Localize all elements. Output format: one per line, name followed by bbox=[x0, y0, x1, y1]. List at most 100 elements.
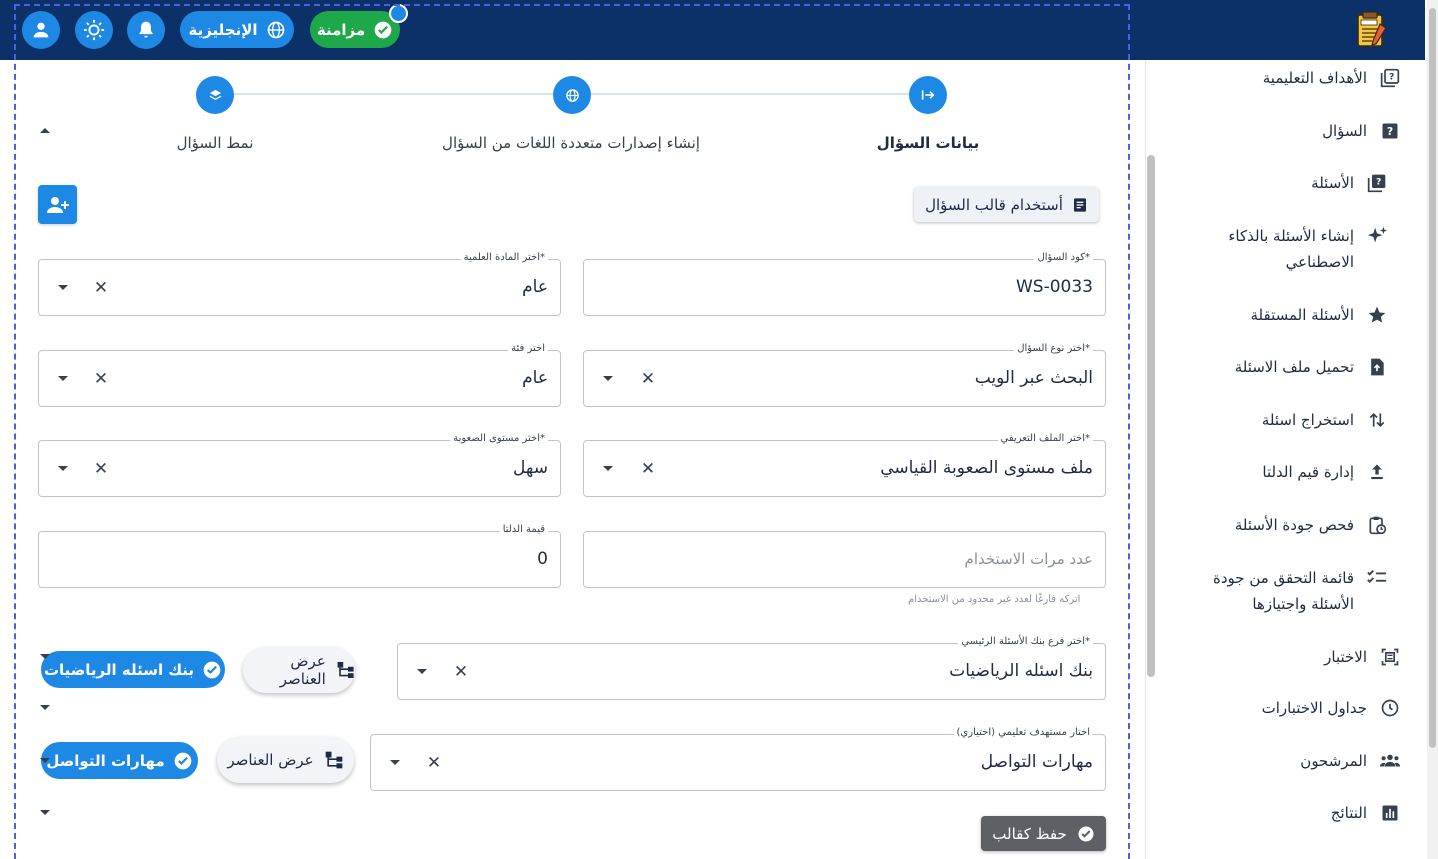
sidebar-item-label: الأسئلة bbox=[1311, 174, 1354, 192]
question-type-value: البحث عبر الويب bbox=[974, 368, 1093, 388]
exam-logo[interactable] bbox=[1352, 10, 1392, 50]
clear-icon[interactable]: ✕ bbox=[425, 753, 443, 773]
view-items-button[interactable]: عرض العناصر bbox=[243, 647, 355, 693]
chevron-down-icon[interactable] bbox=[417, 669, 427, 674]
sidebar-item-independent-questions[interactable]: الأسئلة المستقلة bbox=[1250, 302, 1388, 328]
usage-count-field[interactable]: عدد مرات الاستخدام bbox=[583, 531, 1106, 588]
help-box-outline-icon: ? bbox=[1379, 67, 1401, 89]
target-select[interactable]: اختار مستهدف تعليمي (اختياري) مهارات الت… bbox=[370, 727, 1106, 791]
subject-select[interactable]: اختر المادة العلمية* عام ✕ bbox=[38, 252, 561, 316]
sidebar-item-results[interactable]: النتائج bbox=[1331, 800, 1401, 826]
chevron-down-icon[interactable] bbox=[40, 705, 50, 710]
sidebar-scrollbar[interactable] bbox=[1147, 155, 1155, 677]
people-icon bbox=[1379, 750, 1401, 772]
sidebar-item-questions[interactable]: ? الأسئلة bbox=[1311, 170, 1388, 196]
category-select[interactable]: اختر فئة عام ✕ bbox=[38, 343, 561, 407]
difficulty-label: اختر مستوى الصعوبة* bbox=[450, 433, 548, 444]
sidebar-item-quality-checklist[interactable]: قائمة التحقق من جودة الأسئلة واجتيازها bbox=[1198, 565, 1388, 617]
upload-icon bbox=[1366, 461, 1388, 483]
clear-icon[interactable]: ✕ bbox=[639, 459, 657, 479]
selected-target-label: مهارات التواصل bbox=[46, 751, 165, 770]
chevron-down-icon[interactable] bbox=[390, 760, 400, 765]
chevron-down-icon[interactable] bbox=[58, 466, 68, 471]
sidebar-item-upload-file[interactable]: تحميل ملف الاسئلة bbox=[1235, 354, 1388, 380]
clear-icon[interactable]: ✕ bbox=[452, 662, 470, 682]
step-question-data[interactable] bbox=[909, 76, 947, 114]
step-question-style[interactable] bbox=[196, 76, 234, 114]
target-value: مهارات التواصل bbox=[980, 752, 1093, 772]
selected-bank-label: بنك اسئله الرياضيات bbox=[43, 660, 195, 679]
difficulty-select[interactable]: اختر مستوى الصعوبة* سهل ✕ bbox=[38, 433, 561, 497]
sidebar-item-label: إنشاء الأسئلة بالذكاء الاصطناعي bbox=[1228, 227, 1354, 271]
question-type-select[interactable]: اختر نوع السؤال* البحث عبر الويب ✕ bbox=[583, 343, 1106, 407]
selected-target-chip[interactable]: مهارات التواصل bbox=[41, 742, 198, 779]
chevron-down-icon[interactable] bbox=[603, 376, 613, 381]
clear-icon[interactable]: ✕ bbox=[92, 278, 110, 298]
sidebar-item-ai-questions[interactable]: إنشاء الأسئلة بالذكاء الاصطناعي bbox=[1228, 223, 1388, 275]
exam-frame-icon bbox=[1379, 646, 1401, 668]
sidebar-item-label: فحص جودة الأسئلة bbox=[1234, 516, 1354, 534]
sidebar-item-exam-schedules[interactable]: جداول الاختبارات bbox=[1262, 695, 1401, 721]
clear-icon[interactable]: ✕ bbox=[92, 369, 110, 389]
check-circle-icon bbox=[374, 21, 392, 38]
sparkles-icon bbox=[1366, 225, 1388, 247]
sidebar-item-label: تحميل ملف الاسئلة bbox=[1234, 358, 1354, 376]
language-button[interactable]: الإنجليزية bbox=[180, 11, 294, 48]
clear-icon[interactable]: ✕ bbox=[92, 459, 110, 479]
sidebar-item-candidates[interactable]: المرشحون bbox=[1300, 748, 1401, 774]
tree-icon bbox=[325, 751, 342, 769]
chevron-down-icon[interactable] bbox=[58, 376, 68, 381]
chevron-down-icon[interactable] bbox=[40, 758, 50, 763]
view-items-label: عرض العناصر bbox=[227, 751, 314, 769]
question-code-field[interactable]: كود السؤال* WS-0033 bbox=[583, 252, 1106, 316]
sidebar-item-quality-check[interactable]: فحص جودة الأسئلة bbox=[1235, 512, 1388, 538]
chevron-down-icon[interactable] bbox=[40, 810, 50, 815]
bank-branch-value: بنك اسئله الرياضيات bbox=[949, 661, 1093, 681]
sidebar-item-delta-values[interactable]: إدارة قيم الدلتا bbox=[1262, 459, 1388, 485]
chevron-up-icon[interactable] bbox=[40, 128, 50, 133]
question-code-label: كود السؤال* bbox=[1034, 252, 1093, 263]
view-items-button[interactable]: عرض العناصر bbox=[217, 737, 354, 783]
subject-label: اختر المادة العلمية* bbox=[460, 252, 548, 263]
clear-icon[interactable]: ✕ bbox=[639, 369, 657, 389]
step-multilingual[interactable] bbox=[553, 76, 591, 114]
chevron-down-icon[interactable] bbox=[40, 654, 50, 659]
stepper-connector bbox=[234, 93, 553, 95]
clock-icon bbox=[1379, 697, 1401, 719]
notifications-button[interactable] bbox=[127, 11, 165, 49]
sidebar-item-extract-questions[interactable]: استخراج اسئلة bbox=[1262, 407, 1388, 433]
difficulty-value: سهل bbox=[513, 458, 548, 478]
chevron-down-icon[interactable] bbox=[58, 285, 68, 290]
delta-field[interactable]: قيمة الدلتا 0 bbox=[38, 524, 561, 588]
profile-select[interactable]: اختر الملف التعريفي* ملف مستوى الصعوبة ا… bbox=[583, 433, 1106, 497]
user-button[interactable] bbox=[22, 11, 60, 49]
svg-text:?: ? bbox=[1376, 177, 1381, 188]
usage-count-hint: اتركه فارغًا لعدد غير محدود من الاستخدام bbox=[908, 594, 1081, 605]
check-circle-icon bbox=[1078, 826, 1094, 841]
target-label: اختار مستهدف تعليمي (اختياري) bbox=[953, 727, 1093, 738]
view-items-label: عرض العناصر bbox=[279, 652, 326, 688]
save-template-button[interactable]: حفظ كقالب bbox=[981, 816, 1106, 851]
language-label: الإنجليزية bbox=[188, 20, 258, 39]
clipboard-check-icon bbox=[1366, 514, 1388, 536]
selected-bank-chip[interactable]: بنك اسئله الرياضيات bbox=[41, 651, 225, 688]
use-template-button[interactable]: أستخدام قالب السؤال bbox=[914, 187, 1099, 222]
sync-button[interactable]: مزامنة bbox=[310, 11, 400, 48]
theme-button[interactable] bbox=[75, 11, 113, 49]
question-type-label: اختر نوع السؤال* bbox=[1014, 343, 1093, 354]
chevron-down-icon[interactable] bbox=[603, 466, 613, 471]
sidebar-item-exam[interactable]: الاختبار bbox=[1324, 644, 1401, 670]
swap-vertical-icon bbox=[1366, 409, 1388, 431]
sidebar-item-learning-objectives[interactable]: ? الأهداف التعليمية bbox=[1263, 65, 1401, 91]
svg-text:?: ? bbox=[1387, 125, 1393, 138]
sidebar-item-label: قائمة التحقق من جودة الأسئلة واجتيازها bbox=[1213, 569, 1354, 613]
sidebar-item-label: المرشحون bbox=[1300, 752, 1367, 770]
step-label-multilingual: إنشاء إصدارات متعددة اللغات من السؤال bbox=[442, 134, 700, 152]
page-scrollbar-thumb[interactable] bbox=[1429, 8, 1436, 748]
sidebar-item-label: النتائج bbox=[1330, 804, 1367, 822]
sidebar-item-question[interactable]: ? السؤال bbox=[1322, 118, 1401, 144]
add-user-button[interactable] bbox=[38, 185, 77, 224]
bank-branch-select[interactable]: اختر فرع بنك الأسئلة الرئيسي* بنك اسئله … bbox=[397, 636, 1106, 700]
check-circle-icon bbox=[203, 661, 221, 678]
sync-label: مزامنة bbox=[316, 20, 366, 39]
